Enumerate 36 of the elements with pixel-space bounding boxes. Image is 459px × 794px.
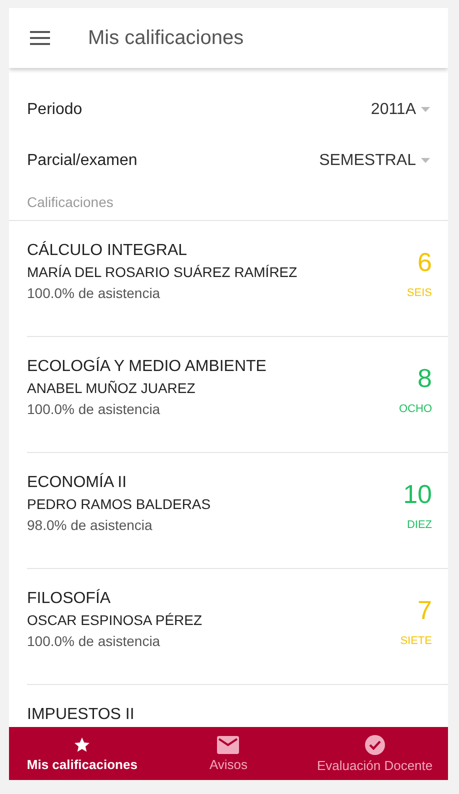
teacher-name: MARÍA DEL ROSARIO SUÁREZ RAMÍREZ xyxy=(27,263,298,281)
check-circle-icon xyxy=(364,734,385,754)
filter-label: Periodo xyxy=(27,100,82,118)
attendance-text: 98.0% de asistencia xyxy=(27,516,154,534)
grade-number: 8 xyxy=(418,363,432,394)
grade-number: 7 xyxy=(418,595,432,626)
screen-title: Mis calificaciones xyxy=(88,26,244,50)
dropdown-caret-icon[interactable] xyxy=(421,158,430,163)
course-name: CÁLCULO INTEGRAL xyxy=(27,242,188,260)
nav-tab[interactable]: Evaluación Docente xyxy=(302,727,448,780)
grade-word: SEIS xyxy=(406,287,432,299)
teacher-name: PEDRO RAMOS BALDERAS xyxy=(27,495,211,513)
attendance-text: 100.0% de asistencia xyxy=(27,632,162,650)
grade-number: 10 xyxy=(403,479,432,510)
grade-word: OCHO xyxy=(399,403,432,415)
course-name: IMPUESTOS II xyxy=(27,706,134,724)
filter-label: Parcial/examen xyxy=(27,152,138,170)
dropdown-caret-icon[interactable] xyxy=(421,107,430,112)
course-name: ECONOMÍA II xyxy=(27,474,128,492)
teacher-name: OSCAR ESPINOSA PÉREZ xyxy=(27,611,202,629)
filter-dropdown[interactable]: 2011A xyxy=(370,100,416,118)
envelope-icon xyxy=(217,736,240,754)
star-icon xyxy=(73,736,92,754)
filter-dropdown[interactable]: SEMESTRAL xyxy=(319,152,416,170)
nav-tab[interactable]: Mis calificaciones xyxy=(9,727,156,780)
menu-icon[interactable] xyxy=(30,31,50,45)
attendance-text: 100.0% de asistencia xyxy=(27,400,162,418)
section-label: Calificaciones xyxy=(9,186,448,221)
course-name: ECOLOGÍA Y MEDIO AMBIENTE xyxy=(27,358,266,376)
grade-word: SIETE xyxy=(400,635,432,647)
nav-tab[interactable]: Avisos xyxy=(155,727,302,780)
grade-number: 6 xyxy=(418,247,432,278)
teacher-name: ANABEL MUÑOZ JUAREZ xyxy=(27,379,196,397)
attendance-text: 100.0% de asistencia xyxy=(27,284,162,302)
course-name: FILOSOFÍA xyxy=(27,590,112,608)
grade-word: DIEZ xyxy=(406,519,432,531)
